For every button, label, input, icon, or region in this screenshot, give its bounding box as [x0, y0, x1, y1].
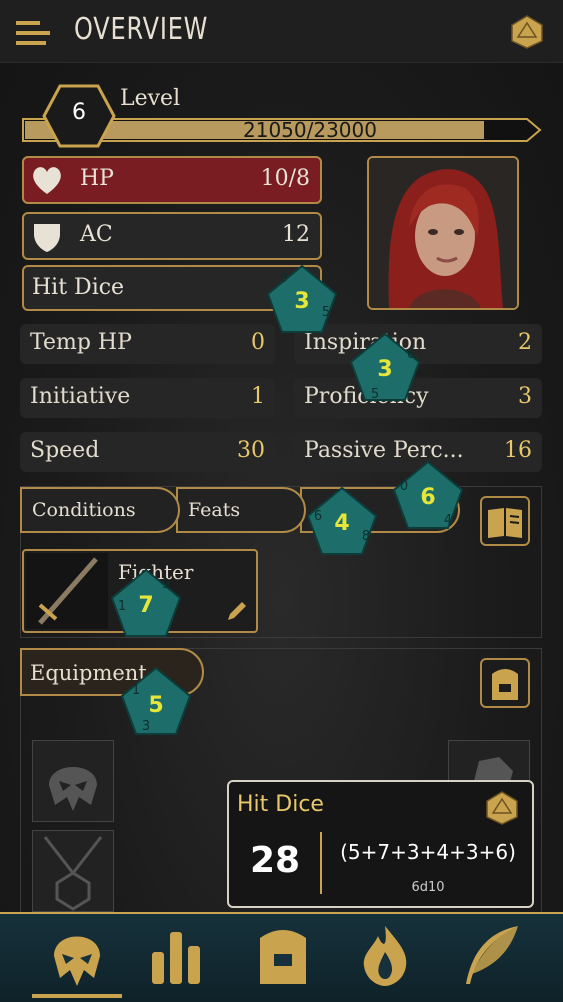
- d10-die: 3 9 5: [266, 264, 338, 333]
- die-value: 7: [138, 593, 153, 618]
- speed-label: Speed: [30, 438, 100, 463]
- ac-label: AC: [80, 222, 113, 247]
- die-side: 6: [407, 347, 415, 362]
- inventory-icon[interactable]: [250, 922, 316, 988]
- hit-dice-label: Hit Dice: [32, 275, 125, 300]
- tab-feats[interactable]: Feats: [176, 487, 306, 533]
- d10-die: 6 0 4: [392, 460, 464, 529]
- die-side: 9: [162, 577, 170, 592]
- temp-hp-label: Temp HP: [30, 330, 132, 355]
- die-side: 4: [444, 513, 452, 528]
- die-value: 5: [148, 693, 163, 718]
- die-side: 0: [400, 479, 408, 494]
- hp-value: 10/8: [260, 166, 310, 191]
- d10-die: 3 6 5: [349, 332, 421, 402]
- d10-die: 4 6 8: [306, 486, 378, 555]
- speed-value: 30: [237, 438, 265, 463]
- pencil-icon[interactable]: [224, 598, 250, 624]
- tab-conditions-label: Conditions: [32, 499, 136, 521]
- die-side: 5: [371, 387, 379, 402]
- backpack-button[interactable]: [480, 658, 530, 708]
- backpack-icon: [492, 669, 518, 700]
- level-number: 6: [72, 100, 86, 125]
- die-side: 1: [118, 599, 126, 614]
- ac-value: 12: [282, 222, 310, 247]
- helmet-icon: [49, 767, 97, 811]
- sword-icon: [26, 553, 108, 629]
- d10-die: 7 1 9: [110, 568, 182, 637]
- ac-box[interactable]: AC 12: [22, 212, 322, 260]
- initiative-stat[interactable]: Initiative 1: [20, 378, 275, 418]
- roll-notation: 6d10: [411, 880, 445, 895]
- d20-icon: [486, 791, 518, 825]
- roll-formula: (5+7+3+4+3+6): [340, 840, 516, 864]
- tab-conditions[interactable]: Conditions: [20, 487, 180, 533]
- xp-text: 21050/23000: [243, 118, 377, 142]
- die-side: 6: [314, 509, 322, 524]
- character-portrait[interactable]: [367, 156, 519, 310]
- die-value: 3: [294, 289, 309, 314]
- popup-title: Hit Dice: [237, 792, 324, 817]
- proficiency-value: 3: [518, 384, 532, 409]
- inspiration-value: 2: [518, 330, 532, 355]
- d10-die: 5 1 3: [120, 666, 192, 735]
- speed-stat[interactable]: Speed 30: [20, 432, 275, 472]
- character-icon[interactable]: [44, 922, 110, 988]
- die-value: 4: [334, 511, 349, 536]
- passive-perception-value: 16: [504, 438, 532, 463]
- tab-feats-label: Feats: [188, 499, 241, 521]
- temp-hp-stat[interactable]: Temp HP 0: [20, 324, 275, 364]
- d20-icon[interactable]: [509, 14, 545, 50]
- roll-total: 28: [249, 840, 301, 881]
- spells-icon[interactable]: [352, 922, 418, 988]
- heart-icon: [33, 167, 61, 194]
- die-value: 3: [377, 357, 392, 382]
- die-side: 1: [132, 683, 140, 698]
- stats-icon[interactable]: [144, 922, 210, 988]
- die-side: 5: [322, 305, 330, 320]
- popup-divider: [320, 832, 322, 894]
- menu-icon[interactable]: [14, 18, 54, 48]
- portrait-image: [369, 158, 517, 308]
- initiative-label: Initiative: [30, 384, 131, 409]
- level-label: Level: [120, 86, 181, 111]
- equipment-slot-head[interactable]: [32, 740, 114, 822]
- book-button[interactable]: [480, 496, 530, 546]
- initiative-value: 1: [251, 384, 265, 409]
- hp-label: HP: [80, 166, 114, 191]
- page-title: OVERVIEW: [74, 12, 209, 47]
- die-side: 8: [362, 529, 370, 544]
- amulet-icon: [43, 836, 103, 911]
- book-icon: [488, 508, 522, 538]
- die-side: 3: [142, 719, 150, 734]
- die-value: 6: [420, 485, 435, 510]
- notes-icon[interactable]: [458, 922, 524, 988]
- shield-icon: [34, 224, 60, 252]
- equipment-slot-neck[interactable]: [32, 830, 114, 912]
- nav-active-indicator: [32, 994, 122, 998]
- hp-box[interactable]: HP 10/8: [22, 156, 322, 204]
- die-side: 9: [280, 271, 288, 286]
